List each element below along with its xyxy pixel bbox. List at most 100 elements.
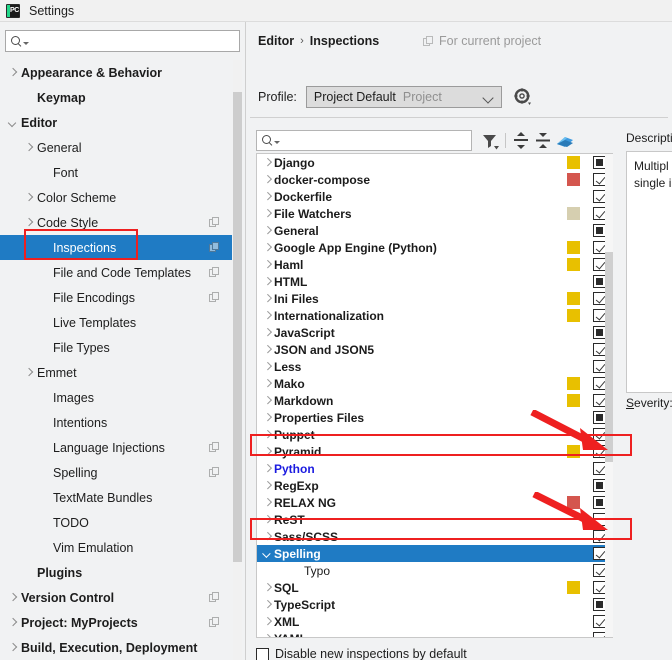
chevron-right-icon[interactable] bbox=[261, 479, 274, 492]
sidebar-item-intentions[interactable]: Intentions bbox=[0, 410, 232, 435]
inspection-row[interactable]: YAML bbox=[257, 630, 612, 637]
profile-select[interactable]: Project Default Project bbox=[305, 86, 502, 108]
sidebar-item-font[interactable]: Font bbox=[0, 160, 232, 185]
chevron-right-icon[interactable] bbox=[261, 615, 274, 628]
inspection-row[interactable]: docker-compose bbox=[257, 171, 612, 188]
sidebar-item-spelling[interactable]: Spelling bbox=[0, 460, 232, 485]
sidebar-item-file-and-code-templates[interactable]: File and Code Templates bbox=[0, 260, 232, 285]
inspection-row[interactable]: HTML bbox=[257, 273, 612, 290]
chevron-right-icon[interactable] bbox=[261, 445, 274, 458]
chevron-right-icon[interactable] bbox=[261, 224, 274, 237]
sidebar-item-build-execution-deployment[interactable]: Build, Execution, Deployment bbox=[0, 635, 232, 660]
chevron-right-icon[interactable] bbox=[261, 598, 274, 611]
sidebar-item-project-myprojects[interactable]: Project: MyProjects bbox=[0, 610, 232, 635]
inspection-row[interactable]: Less bbox=[257, 358, 612, 375]
sidebar-item-appearance-behavior[interactable]: Appearance & Behavior bbox=[0, 60, 232, 85]
chevron-right-icon[interactable] bbox=[22, 191, 35, 204]
chevron-right-icon[interactable] bbox=[261, 343, 274, 356]
chevron-down-icon[interactable] bbox=[274, 141, 280, 144]
search-input[interactable] bbox=[32, 32, 239, 50]
filter-icon[interactable] bbox=[479, 130, 501, 151]
expand-all-icon[interactable] bbox=[510, 130, 532, 151]
sidebar-item-language-injections[interactable]: Language Injections bbox=[0, 435, 232, 460]
sidebar-item-editor[interactable]: Editor bbox=[0, 110, 232, 135]
chevron-right-icon[interactable] bbox=[261, 377, 274, 390]
chevron-down-icon[interactable] bbox=[23, 41, 29, 45]
breadcrumb-parent[interactable]: Editor bbox=[258, 34, 294, 48]
sidebar-item-file-types[interactable]: File Types bbox=[0, 335, 232, 360]
chevron-right-icon[interactable] bbox=[261, 309, 274, 322]
inspection-search-input[interactable] bbox=[283, 131, 471, 150]
inspection-row[interactable]: XML bbox=[257, 613, 612, 630]
sidebar-item-keymap[interactable]: Keymap bbox=[0, 85, 232, 110]
sidebar-item-images[interactable]: Images bbox=[0, 385, 232, 410]
inspection-row[interactable]: Markdown bbox=[257, 392, 612, 409]
chevron-right-icon[interactable] bbox=[261, 326, 274, 339]
sidebar-item-live-templates[interactable]: Live Templates bbox=[0, 310, 232, 335]
inspection-row[interactable]: Mako bbox=[257, 375, 612, 392]
sidebar-item-plugins[interactable]: Plugins bbox=[0, 560, 232, 585]
chevron-right-icon[interactable] bbox=[22, 366, 35, 379]
chevron-right-icon[interactable] bbox=[261, 428, 274, 441]
inspection-row[interactable]: Dockerfile bbox=[257, 188, 612, 205]
sidebar-item-textmate-bundles[interactable]: TextMate Bundles bbox=[0, 485, 232, 510]
inspections-tree[interactable]: Django docker-compose Dockerfile File Watch… bbox=[256, 153, 613, 638]
inspection-row[interactable]: Internationalization bbox=[257, 307, 612, 324]
sidebar-item-version-control[interactable]: Version Control bbox=[0, 585, 232, 610]
chevron-right-icon[interactable] bbox=[22, 216, 35, 229]
chevron-right-icon[interactable] bbox=[261, 513, 274, 526]
chevron-right-icon[interactable] bbox=[6, 66, 19, 79]
sidebar-item-general[interactable]: General bbox=[0, 135, 232, 160]
chevron-right-icon[interactable] bbox=[261, 632, 274, 637]
chevron-right-icon[interactable] bbox=[6, 616, 19, 629]
disable-new-inspections-checkbox[interactable] bbox=[256, 647, 269, 660]
chevron-right-icon[interactable] bbox=[261, 156, 274, 169]
inspection-row[interactable]: ReST bbox=[257, 511, 612, 528]
inspection-row[interactable]: Puppet bbox=[257, 426, 612, 443]
chevron-down-icon[interactable] bbox=[261, 547, 274, 560]
sidebar-item-inspections[interactable]: Inspections bbox=[0, 235, 232, 260]
inspection-row[interactable]: Django bbox=[257, 154, 612, 171]
chevron-right-icon[interactable] bbox=[261, 360, 274, 373]
sidebar-search-box[interactable] bbox=[5, 30, 240, 52]
inspections-scrollbar-thumb[interactable] bbox=[605, 252, 613, 462]
chevron-right-icon[interactable] bbox=[261, 581, 274, 594]
sidebar-item-code-style[interactable]: Code Style bbox=[0, 210, 232, 235]
chevron-right-icon[interactable] bbox=[261, 241, 274, 254]
chevron-down-icon[interactable] bbox=[6, 116, 19, 129]
inspection-row[interactable]: JavaScript bbox=[257, 324, 612, 341]
chevron-right-icon[interactable] bbox=[261, 275, 274, 288]
inspection-row[interactable]: Pyramid bbox=[257, 443, 612, 460]
sidebar-scrollbar-thumb[interactable] bbox=[233, 92, 242, 562]
reset-eraser-icon[interactable] bbox=[554, 130, 576, 151]
inspection-row[interactable]: File Watchers bbox=[257, 205, 612, 222]
inspection-row[interactable]: SQL bbox=[257, 579, 612, 596]
chevron-right-icon[interactable] bbox=[261, 173, 274, 186]
inspection-row[interactable]: JSON and JSON5 bbox=[257, 341, 612, 358]
chevron-right-icon[interactable] bbox=[261, 190, 274, 203]
sidebar-item-file-encodings[interactable]: File Encodings bbox=[0, 285, 232, 310]
chevron-right-icon[interactable] bbox=[6, 591, 19, 604]
sidebar-item-emmet[interactable]: Emmet bbox=[0, 360, 232, 385]
chevron-right-icon[interactable] bbox=[261, 292, 274, 305]
profile-settings-gear-button[interactable] bbox=[514, 88, 532, 106]
chevron-right-icon[interactable] bbox=[261, 258, 274, 271]
inspection-row[interactable]: General bbox=[257, 222, 612, 239]
inspection-row[interactable]: Python bbox=[257, 460, 612, 477]
chevron-down-icon[interactable] bbox=[482, 92, 494, 104]
inspection-row[interactable]: Haml bbox=[257, 256, 612, 273]
inspection-row[interactable]: Google App Engine (Python) bbox=[257, 239, 612, 256]
collapse-all-icon[interactable] bbox=[532, 130, 554, 151]
chevron-right-icon[interactable] bbox=[261, 496, 274, 509]
chevron-right-icon[interactable] bbox=[6, 641, 19, 654]
sidebar-item-todo[interactable]: TODO bbox=[0, 510, 232, 535]
sidebar-item-vim-emulation[interactable]: Vim Emulation bbox=[0, 535, 232, 560]
inspection-row[interactable]: Properties Files bbox=[257, 409, 612, 426]
inspection-row[interactable]: Ini Files bbox=[257, 290, 612, 307]
inspection-row[interactable]: TypeScript bbox=[257, 596, 612, 613]
inspection-row[interactable]: RegExp bbox=[257, 477, 612, 494]
chevron-right-icon[interactable] bbox=[261, 462, 274, 475]
chevron-right-icon[interactable] bbox=[261, 411, 274, 424]
sidebar-item-color-scheme[interactable]: Color Scheme bbox=[0, 185, 232, 210]
inspection-row[interactable]: RELAX NG bbox=[257, 494, 612, 511]
